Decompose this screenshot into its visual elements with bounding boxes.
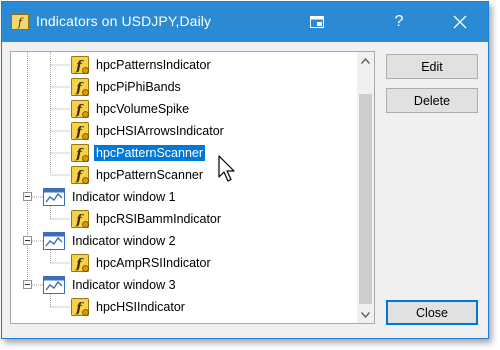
indicator-window-icon (43, 232, 65, 250)
indicator-f-icon: f (70, 143, 90, 163)
indicator-f-icon: f (70, 55, 90, 75)
tree-item-label: Indicator window 1 (72, 190, 176, 204)
indicator-window-icon (43, 276, 65, 294)
close-icon (453, 15, 467, 29)
indicator-f-icon: f (70, 77, 90, 97)
indicators-app-icon: f (11, 14, 29, 30)
indicator-tree[interactable]: f hpcPatternsIndicator f hpcPiPhiBands f hpcV… (10, 51, 375, 324)
close-window-button[interactable] (442, 2, 478, 42)
indicator-f-icon: f (70, 209, 90, 229)
tree-item-indicator[interactable]: f hpcVolumeSpike (70, 98, 191, 120)
tree-item-label: hpcHSIIndicator (96, 300, 185, 314)
pin-icon[interactable] (302, 2, 332, 42)
tree-item-label: hpcHSIArrowsIndicator (96, 124, 224, 138)
tree-item-indicator[interactable]: f hpcRSIBammIndicator (70, 208, 223, 230)
tree-node-window[interactable]: Indicator window 3 (43, 274, 178, 296)
title-bar[interactable]: f Indicators on USDJPY,Daily ? (2, 2, 488, 42)
tree-item-indicator[interactable]: f hpcHSIIndicator (70, 296, 187, 318)
tree-item-indicator[interactable]: f hpcPatternScanner (70, 164, 205, 186)
collapse-icon[interactable] (23, 236, 32, 245)
indicator-f-icon: f (70, 121, 90, 141)
tree-item-label: Indicator window 3 (72, 278, 176, 292)
window-title: Indicators on USDJPY,Daily (36, 13, 212, 29)
tree-item-indicator[interactable]: f hpcHSIArrowsIndicator (70, 120, 226, 142)
indicator-f-icon: f (70, 297, 90, 317)
tree-node-window[interactable]: Indicator window 2 (43, 230, 178, 252)
tree-item-indicator[interactable]: f hpcPatternsIndicator (70, 54, 213, 76)
edit-button[interactable]: Edit (386, 54, 478, 79)
tree-node-window[interactable]: Indicator window 1 (43, 186, 178, 208)
tree-scrollbar[interactable] (357, 52, 374, 323)
tree-item-label: hpcPatternScanner (96, 168, 204, 182)
tree-item-label: hpcVolumeSpike (96, 102, 190, 116)
mouse-cursor-icon (218, 155, 235, 182)
help-button[interactable]: ? (384, 2, 414, 42)
collapse-icon[interactable] (23, 192, 32, 201)
indicator-f-icon: f (70, 253, 90, 273)
indicators-dialog: f Indicators on USDJPY,Daily ? f hpcPatt… (1, 1, 489, 339)
indicator-f-icon: f (70, 99, 90, 119)
indicator-f-icon: f (70, 165, 90, 185)
close-button[interactable]: Close (386, 300, 478, 325)
tree-item-indicator[interactable]: f hpcAmpRSIIndicator (70, 252, 213, 274)
tree-item-label: hpcPatternsIndicator (96, 58, 211, 72)
tree-item-indicator[interactable]: f hpcPiPhiBands (70, 76, 183, 98)
delete-button[interactable]: Delete (386, 88, 478, 113)
tree-item-label: Indicator window 2 (72, 234, 176, 248)
scroll-thumb[interactable] (359, 94, 372, 304)
scroll-down-icon[interactable] (357, 306, 374, 323)
scroll-up-icon[interactable] (357, 52, 374, 69)
tree-item-indicator[interactable]: f hpcPatternScanner (70, 142, 206, 164)
tree-item-label: hpcPiPhiBands (96, 80, 181, 94)
tree-item-label: hpcAmpRSIIndicator (96, 256, 211, 270)
indicator-window-icon (43, 188, 65, 206)
tree-item-label: hpcPatternScanner (94, 145, 206, 161)
collapse-icon[interactable] (23, 280, 32, 289)
tree-item-label: hpcRSIBammIndicator (96, 212, 222, 226)
